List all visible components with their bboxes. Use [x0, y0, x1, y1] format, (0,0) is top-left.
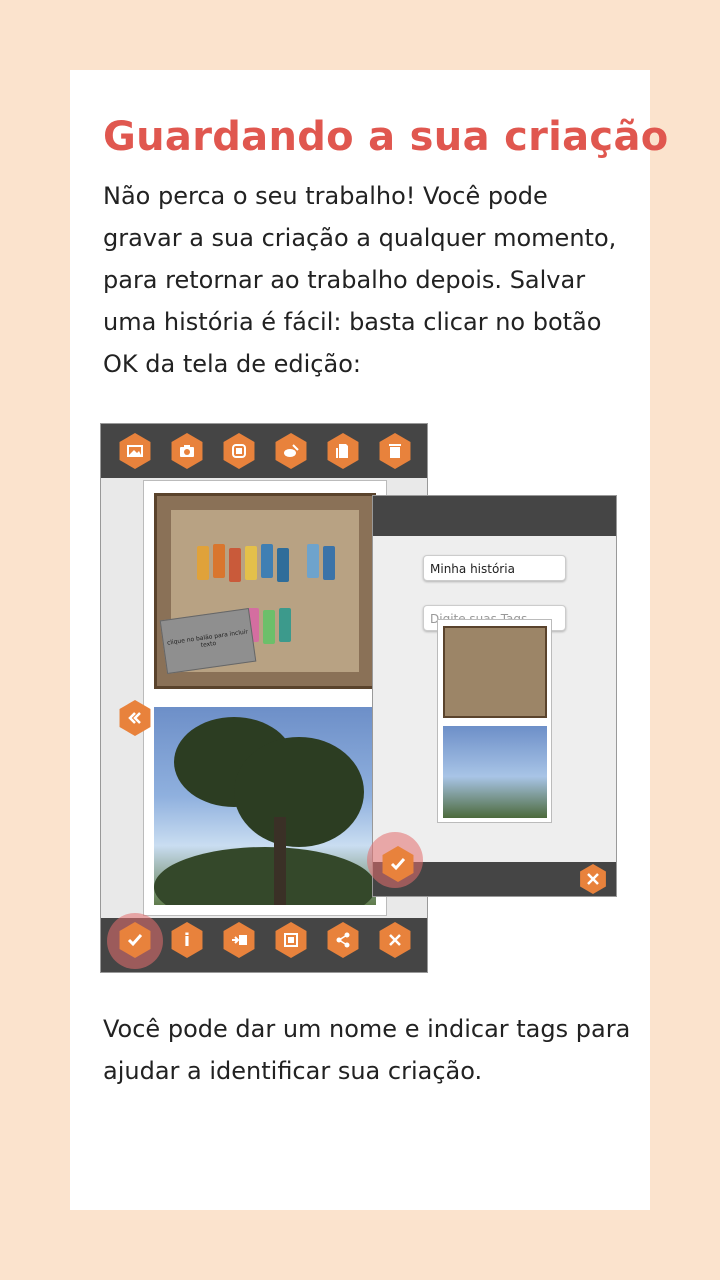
close-icon[interactable]: [379, 922, 411, 958]
cancel-close-icon[interactable]: [580, 864, 606, 894]
editor-bottom-toolbar: i: [101, 913, 427, 972]
draw-icon[interactable]: [275, 433, 307, 469]
save-panel-footer: [367, 832, 616, 896]
tree-photo: [154, 707, 376, 905]
move-image-icon[interactable]: [223, 922, 255, 958]
stop-icon[interactable]: [223, 433, 255, 469]
info-icon[interactable]: i: [171, 922, 203, 958]
image-icon[interactable]: [119, 433, 151, 469]
story-thumbnails: [437, 619, 552, 823]
intro-paragraph: Não perca o seu trabalho! Você pode grav…: [103, 182, 617, 378]
key-cabinet-photo: clique no balão para incluir texto: [154, 493, 376, 689]
trash-icon[interactable]: [379, 433, 411, 469]
save-panel-header: [373, 496, 616, 536]
thumbnail-tree: [443, 726, 547, 818]
share-icon[interactable]: [327, 922, 359, 958]
story-page: clique no balão para incluir texto: [143, 480, 387, 916]
story-name-field[interactable]: Minha história: [423, 555, 566, 581]
save-panel-screenshot: Minha história Digite suas Tags: [367, 495, 617, 897]
thumbnail-key-cabinet: [443, 626, 547, 718]
document-icon[interactable]: [327, 433, 359, 469]
editor-top-toolbar: [101, 424, 427, 478]
camera-icon[interactable]: [171, 433, 203, 469]
tutorial-card: Guardando a sua criação Não perca o seu …: [70, 70, 668, 1210]
fit-screen-icon[interactable]: [275, 922, 307, 958]
closing-paragraph: Você pode dar um nome e indicar tags par…: [103, 1015, 631, 1085]
page-title: Guardando a sua criação: [103, 114, 669, 160]
